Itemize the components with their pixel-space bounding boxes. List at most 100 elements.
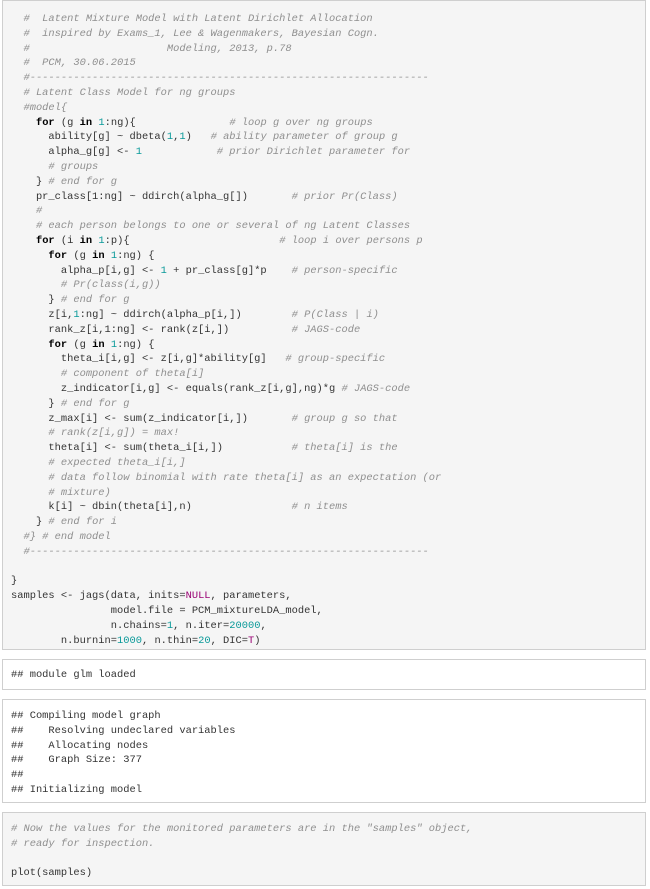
code-line: # Modeling, 2013, p.78 <box>11 42 292 57</box>
code-comment: # JAGS-code <box>291 323 361 336</box>
code-text: for <box>48 249 68 262</box>
code-text: ) <box>185 131 211 144</box>
code-line: # Latent Class Model for ng groups <box>11 86 235 101</box>
code-comment: # Latent Class Model for ng groups <box>11 87 236 99</box>
code-line: # data follow binomial with rate theta[i… <box>11 471 441 486</box>
code-line: n.burnin=1000, n.thin=20, DIC=T) <box>11 634 261 649</box>
code-line: # Latent Mixture Model with Latent Diric… <box>11 12 373 27</box>
code-text: 1000 <box>117 634 142 647</box>
code-line: k[i] ~ dbin(theta[i],n) # n items <box>11 500 348 515</box>
code-line: ability[g] ~ dbeta(1,1) # ability parame… <box>11 130 397 145</box>
code-text: (g <box>67 338 93 351</box>
code-text: :ng){ <box>104 116 230 129</box>
code-comment: # <box>11 205 43 218</box>
code-line: model.file = PCM_mixtureLDA_model, <box>11 604 323 619</box>
code-comment: # group-specific <box>285 353 386 366</box>
code-comment: #---------------------------------------… <box>11 72 429 85</box>
code-line: theta_i[i,g] <- z[i,g]*ability[g] # grou… <box>11 352 385 367</box>
code-line: z[i,1:ng] ~ ddirch(alpha_p[i,]) # P(Clas… <box>11 308 379 323</box>
code-text: samples <- jags(data, inits= <box>11 590 186 603</box>
code-text: } <box>11 397 61 410</box>
code-comment: # end for g <box>60 397 130 410</box>
code-line: # component of theta[i] <box>11 367 204 382</box>
code-text: , DIC= <box>210 634 248 647</box>
code-text: pr_class[1:ng] ~ ddirch(alpha_g[]) <box>11 190 292 203</box>
code-line: ## Allocating nodes <box>11 739 148 754</box>
code-text: ## Initializing model <box>11 784 142 796</box>
code-text: in <box>92 249 105 262</box>
code-text: plot(samples) <box>11 867 93 880</box>
code-text: } <box>11 175 49 188</box>
code-text: NULL <box>185 590 211 603</box>
code-text: (i <box>54 235 80 247</box>
code-line: samples <- jags(data, inits=NULL, parame… <box>11 589 292 604</box>
code-comment: # loop g over ng groups <box>229 116 373 129</box>
code-text: 20000 <box>229 619 261 632</box>
code-text: :p){ <box>104 235 280 247</box>
code-text: z[i, <box>11 309 74 321</box>
code-line: ## module glm loaded <box>11 668 136 683</box>
code-text: :ng] ~ ddirch(alpha_p[i,]) <box>79 309 292 321</box>
code-text: , <box>260 619 267 632</box>
code-line: pr_class[1:ng] ~ ddirch(alpha_g[]) # pri… <box>11 190 398 205</box>
code-comment: # prior Dirichlet parameter for <box>216 146 411 159</box>
code-line: for (i in 1:p){ # loop i over persons p <box>11 234 423 249</box>
code-line: # rank(z[i,g]) = max! <box>11 426 179 441</box>
code-text: alpha_g[g] <- <box>11 146 136 159</box>
code-comment: # ready for inspection. <box>11 837 155 850</box>
code-text: in <box>92 338 105 351</box>
code-text: model.file = PCM_mixtureLDA_model, <box>11 605 323 617</box>
code-line: } <box>11 574 17 589</box>
code-text: for <box>48 338 68 351</box>
code-text: in <box>79 235 93 247</box>
code-comment: #} # end model <box>11 531 111 543</box>
code-line: } # end for g <box>11 175 117 190</box>
code-comment: # each person belongs to one or several … <box>11 220 411 233</box>
code-comment: # Modeling, 2013, p.78 <box>11 42 292 55</box>
code-text: , parameters, <box>210 590 292 603</box>
code-text: for <box>35 235 55 247</box>
code-text: ## Allocating nodes <box>11 739 149 752</box>
code-text: n.chains= <box>11 619 167 632</box>
code-line: # PCM, 30.06.2015 <box>11 56 136 71</box>
code-line: for (g in 1:ng) { <box>11 249 154 264</box>
code-text: z_indicator[i,g] <- equals(rank_z[i,g],n… <box>11 383 342 395</box>
code-text: ## Resolving undeclared variables <box>11 724 236 737</box>
code-comment: # person-specific <box>291 264 398 277</box>
code-comment: # PCM, 30.06.2015 <box>11 57 136 70</box>
code-comment: # end for i <box>48 516 118 529</box>
code-text: ## module glm loaded <box>11 669 136 681</box>
code-line: n.chains=1, n.iter=20000, <box>11 619 267 634</box>
code-comment: # rank(z[i,g]) = max! <box>11 427 180 440</box>
code-text: :ng) { <box>117 338 155 351</box>
code-line: rank_z[i,1:ng] <- rank(z[i,]) # JAGS-cod… <box>11 323 360 338</box>
code-line: # ready for inspection. <box>11 837 154 852</box>
code-comment: # Latent Mixture Model with Latent Diric… <box>11 13 373 25</box>
code-line: theta[i] <- sum(theta_i[i,]) # theta[i] … <box>11 441 397 456</box>
output-chunk-module-loaded: ## module glm loaded <box>2 659 646 690</box>
code-line: #model{ <box>11 101 67 116</box>
code-line: # each person belongs to one or several … <box>11 219 410 234</box>
code-line: z_max[i] <- sum(z_indicator[i,]) # group… <box>11 412 398 427</box>
code-comment: # prior Pr(Class) <box>291 190 398 203</box>
code-line: #---------------------------------------… <box>11 71 429 86</box>
code-comment: # n items <box>291 501 348 514</box>
code-chunk-jags-model: # Latent Mixture Model with Latent Diric… <box>2 0 646 650</box>
code-text: for <box>35 116 55 129</box>
code-line: for (g in 1:ng){ # loop g over ng groups <box>11 116 373 131</box>
code-line: } # end for g <box>11 293 129 308</box>
code-comment: # groups <box>11 161 99 173</box>
code-line: plot(samples) <box>11 866 92 881</box>
code-comment: # group g so that <box>291 412 398 425</box>
code-line: #---------------------------------------… <box>11 545 428 560</box>
code-line: } # end for i <box>11 515 117 530</box>
code-line: ## Graph Size: 377 <box>11 753 142 768</box>
code-comment: # Pr(class(i,g)) <box>11 279 161 292</box>
code-comment: # loop i over persons p <box>279 235 423 247</box>
code-comment: # end for g <box>48 175 118 188</box>
code-line: } # end for g <box>11 397 129 412</box>
code-text: rank_z[i,1:ng] <- rank(z[i,]) <box>11 323 292 336</box>
code-text: ## Graph Size: 377 <box>11 754 142 767</box>
